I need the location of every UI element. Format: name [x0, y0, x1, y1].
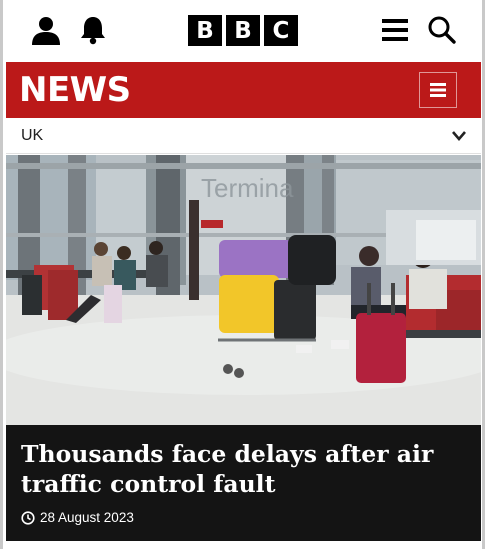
news-title[interactable]: NEWS — [19, 70, 131, 110]
search-icon[interactable] — [424, 12, 460, 48]
article-dateline: 28 August 2023 — [21, 510, 134, 525]
section-label: UK — [21, 127, 44, 144]
clock-icon — [21, 510, 35, 525]
article-headline[interactable]: Thousands face delays after air traffic … — [21, 439, 471, 499]
article-date: 28 August 2023 — [40, 510, 134, 525]
hamburger-menu-icon[interactable] — [377, 12, 413, 48]
top-navigation-bar: B B C — [6, 0, 481, 62]
hamburger-menu-icon — [430, 83, 446, 97]
user-icon[interactable] — [28, 12, 64, 48]
terminal-sign-text: Termina — [201, 173, 294, 203]
bbc-logo[interactable]: B B C — [188, 15, 298, 46]
bbc-logo-letter: C — [264, 15, 298, 46]
bottom-divider — [6, 541, 481, 549]
news-menu-button[interactable] — [419, 72, 457, 108]
chevron-down-icon — [452, 131, 466, 141]
article-image[interactable]: Termina — [6, 155, 481, 425]
bbc-logo-letter: B — [188, 15, 222, 46]
section-selector[interactable]: UK — [6, 118, 481, 154]
bell-icon[interactable] — [75, 12, 111, 48]
bbc-logo-letter: B — [226, 15, 260, 46]
news-banner: NEWS — [6, 62, 481, 118]
article-headline-panel[interactable]: Thousands face delays after air traffic … — [6, 425, 481, 541]
